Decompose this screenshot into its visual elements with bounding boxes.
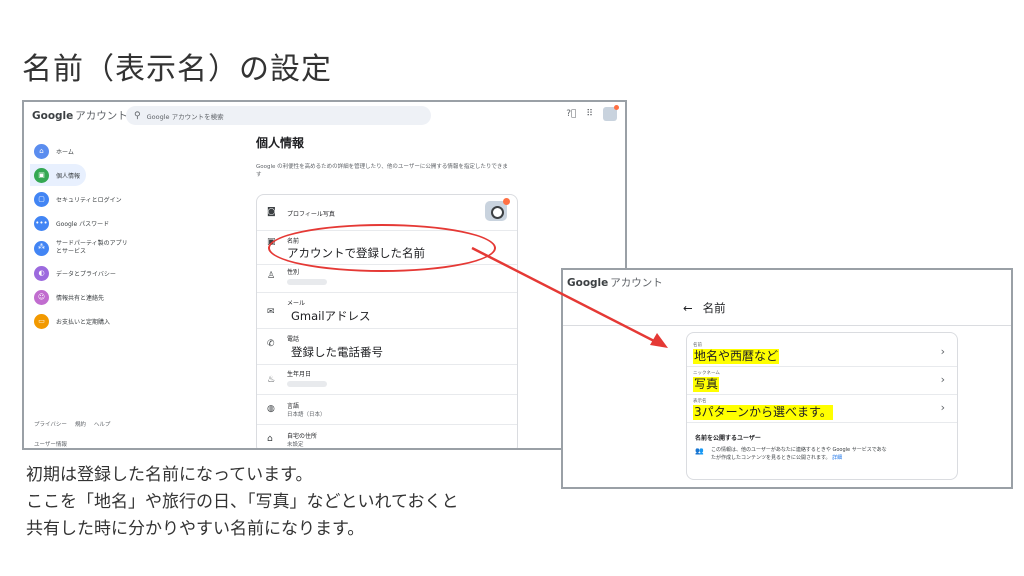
visibility-info: この情報は、他のユーザーがあなたに連絡するときや Google サービスであなた… bbox=[711, 447, 887, 461]
chevron-right-icon: › bbox=[940, 345, 945, 358]
name-field-row[interactable]: 名前 地名や西暦など › bbox=[687, 339, 957, 367]
card-icon: ▭ bbox=[34, 313, 49, 329]
id-card-icon: ▣ bbox=[34, 167, 49, 183]
details-link[interactable]: 詳細 bbox=[832, 455, 842, 461]
email-row[interactable]: ✉ メール Gmailアドレス bbox=[257, 293, 517, 329]
home-icon: ⌂ bbox=[267, 434, 273, 444]
home-icon: ⌂ bbox=[34, 143, 49, 159]
people-icon: ☺ bbox=[34, 289, 49, 305]
name-highlight: 地名や西暦など bbox=[693, 349, 780, 364]
sidebar-item-personal-info[interactable]: ▣ 個人情報 bbox=[30, 164, 86, 186]
user-info-link[interactable]: ユーザー情報 bbox=[34, 440, 67, 448]
back-arrow-icon[interactable]: ← bbox=[683, 301, 693, 315]
apps-icon: ⁂ bbox=[34, 240, 49, 256]
toggle-icon: ◐ bbox=[34, 265, 49, 281]
sidebar-item-data-privacy[interactable]: ◐ データとプライバシー bbox=[30, 262, 260, 284]
name-settings-screenshot: Google アカウント ← 名前 名前 地名や西暦など › ニックネーム 写真 … bbox=[561, 268, 1013, 489]
person-icon: ♙ bbox=[267, 271, 276, 281]
privacy-link[interactable]: プライバシー bbox=[34, 420, 67, 428]
terms-link[interactable]: 規約 bbox=[75, 420, 86, 428]
main-content: 個人情報 Google の利便性を高めるための詳細を管理したり、他のユーザーに公… bbox=[256, 128, 521, 180]
address-row[interactable]: ⌂ 自宅の住所 未設定 bbox=[257, 425, 517, 448]
globe-icon: ◍ bbox=[267, 404, 275, 414]
help-icon[interactable]: ?⃝ bbox=[566, 109, 576, 119]
phone-annotation: 登録した電話番号 bbox=[289, 344, 385, 360]
sidebar-item-passwords[interactable]: ••• Google パスワード bbox=[30, 212, 260, 234]
name-card: 名前 地名や西暦など › ニックネーム 写真 › 表示名 3パターンから選べます… bbox=[686, 332, 958, 480]
camera-icon: ◙ bbox=[267, 207, 276, 217]
birthday-row[interactable]: ♨ 生年月日 bbox=[257, 365, 517, 395]
footer-links: プライバシー 規約 ヘルプ bbox=[34, 420, 110, 428]
password-icon: ••• bbox=[34, 215, 49, 231]
name-page-header: ← 名前 bbox=[683, 301, 726, 315]
chevron-right-icon: › bbox=[940, 401, 945, 414]
display-name-row[interactable]: 表示名 3パターンから選べます。 › bbox=[687, 395, 957, 423]
phone-icon: ✆ bbox=[267, 339, 275, 349]
search-input[interactable]: ⚲ Google アカウントを検索 bbox=[126, 106, 431, 125]
sidebar: ⌂ ホーム ▣ 個人情報 ▢ セキュリティとログイン ••• Google パス… bbox=[30, 140, 260, 334]
phone-row[interactable]: ✆ 電話 登録した電話番号 bbox=[257, 329, 517, 365]
page-title: 個人情報 bbox=[256, 136, 305, 150]
top-icons: ?⃝ ⠿ bbox=[566, 105, 619, 121]
name-highlight-circle bbox=[268, 224, 496, 272]
google-account-logo[interactable]: Google アカウント bbox=[567, 275, 663, 290]
search-icon: ⚲ bbox=[134, 110, 141, 121]
sidebar-item-third-party[interactable]: ⁂ サードパーティ製のアプリ とサービス bbox=[30, 236, 260, 260]
nickname-row[interactable]: ニックネーム 写真 › bbox=[687, 367, 957, 395]
caption: 初期は登録した名前になっています。 ここを「地名」や旅行の日、「写真」などといれ… bbox=[26, 465, 459, 539]
display-name-highlight: 3パターンから選べます。 bbox=[693, 405, 833, 420]
slide-title: 名前（表示名）の設定 bbox=[22, 52, 332, 87]
visibility-section-title: 名前を公開するユーザー bbox=[695, 435, 761, 442]
sidebar-item-security[interactable]: ▢ セキュリティとログイン bbox=[30, 188, 260, 210]
page-description: Google の利便性を高めるための詳細を管理したり、他のユーザーに公開する情報… bbox=[256, 164, 508, 179]
help-link[interactable]: ヘルプ bbox=[94, 420, 111, 428]
personal-info-screenshot: Google アカウント ⚲ Google アカウントを検索 ?⃝ ⠿ ⌂ ホーム… bbox=[22, 100, 627, 450]
lock-icon: ▢ bbox=[34, 191, 49, 207]
cake-icon: ♨ bbox=[267, 375, 276, 385]
avatar[interactable] bbox=[603, 105, 619, 121]
mail-icon: ✉ bbox=[267, 307, 275, 317]
sidebar-item-sharing[interactable]: ☺ 情報共有と連絡先 bbox=[30, 286, 260, 308]
sidebar-item-home[interactable]: ⌂ ホーム bbox=[30, 140, 260, 162]
google-account-logo[interactable]: Google アカウント bbox=[32, 108, 128, 123]
chevron-right-icon: › bbox=[940, 373, 945, 386]
people-icon: 👥 bbox=[695, 447, 704, 455]
nickname-highlight: 写真 bbox=[693, 377, 720, 392]
language-row[interactable]: ◍ 言語 日本語（日本） bbox=[257, 395, 517, 425]
email-annotation: Gmailアドレス bbox=[289, 308, 373, 324]
profile-photo bbox=[485, 198, 510, 221]
sidebar-item-payments[interactable]: ▭ お支払いと定期購入 bbox=[30, 310, 260, 332]
apps-grid-icon[interactable]: ⠿ bbox=[586, 109, 593, 119]
